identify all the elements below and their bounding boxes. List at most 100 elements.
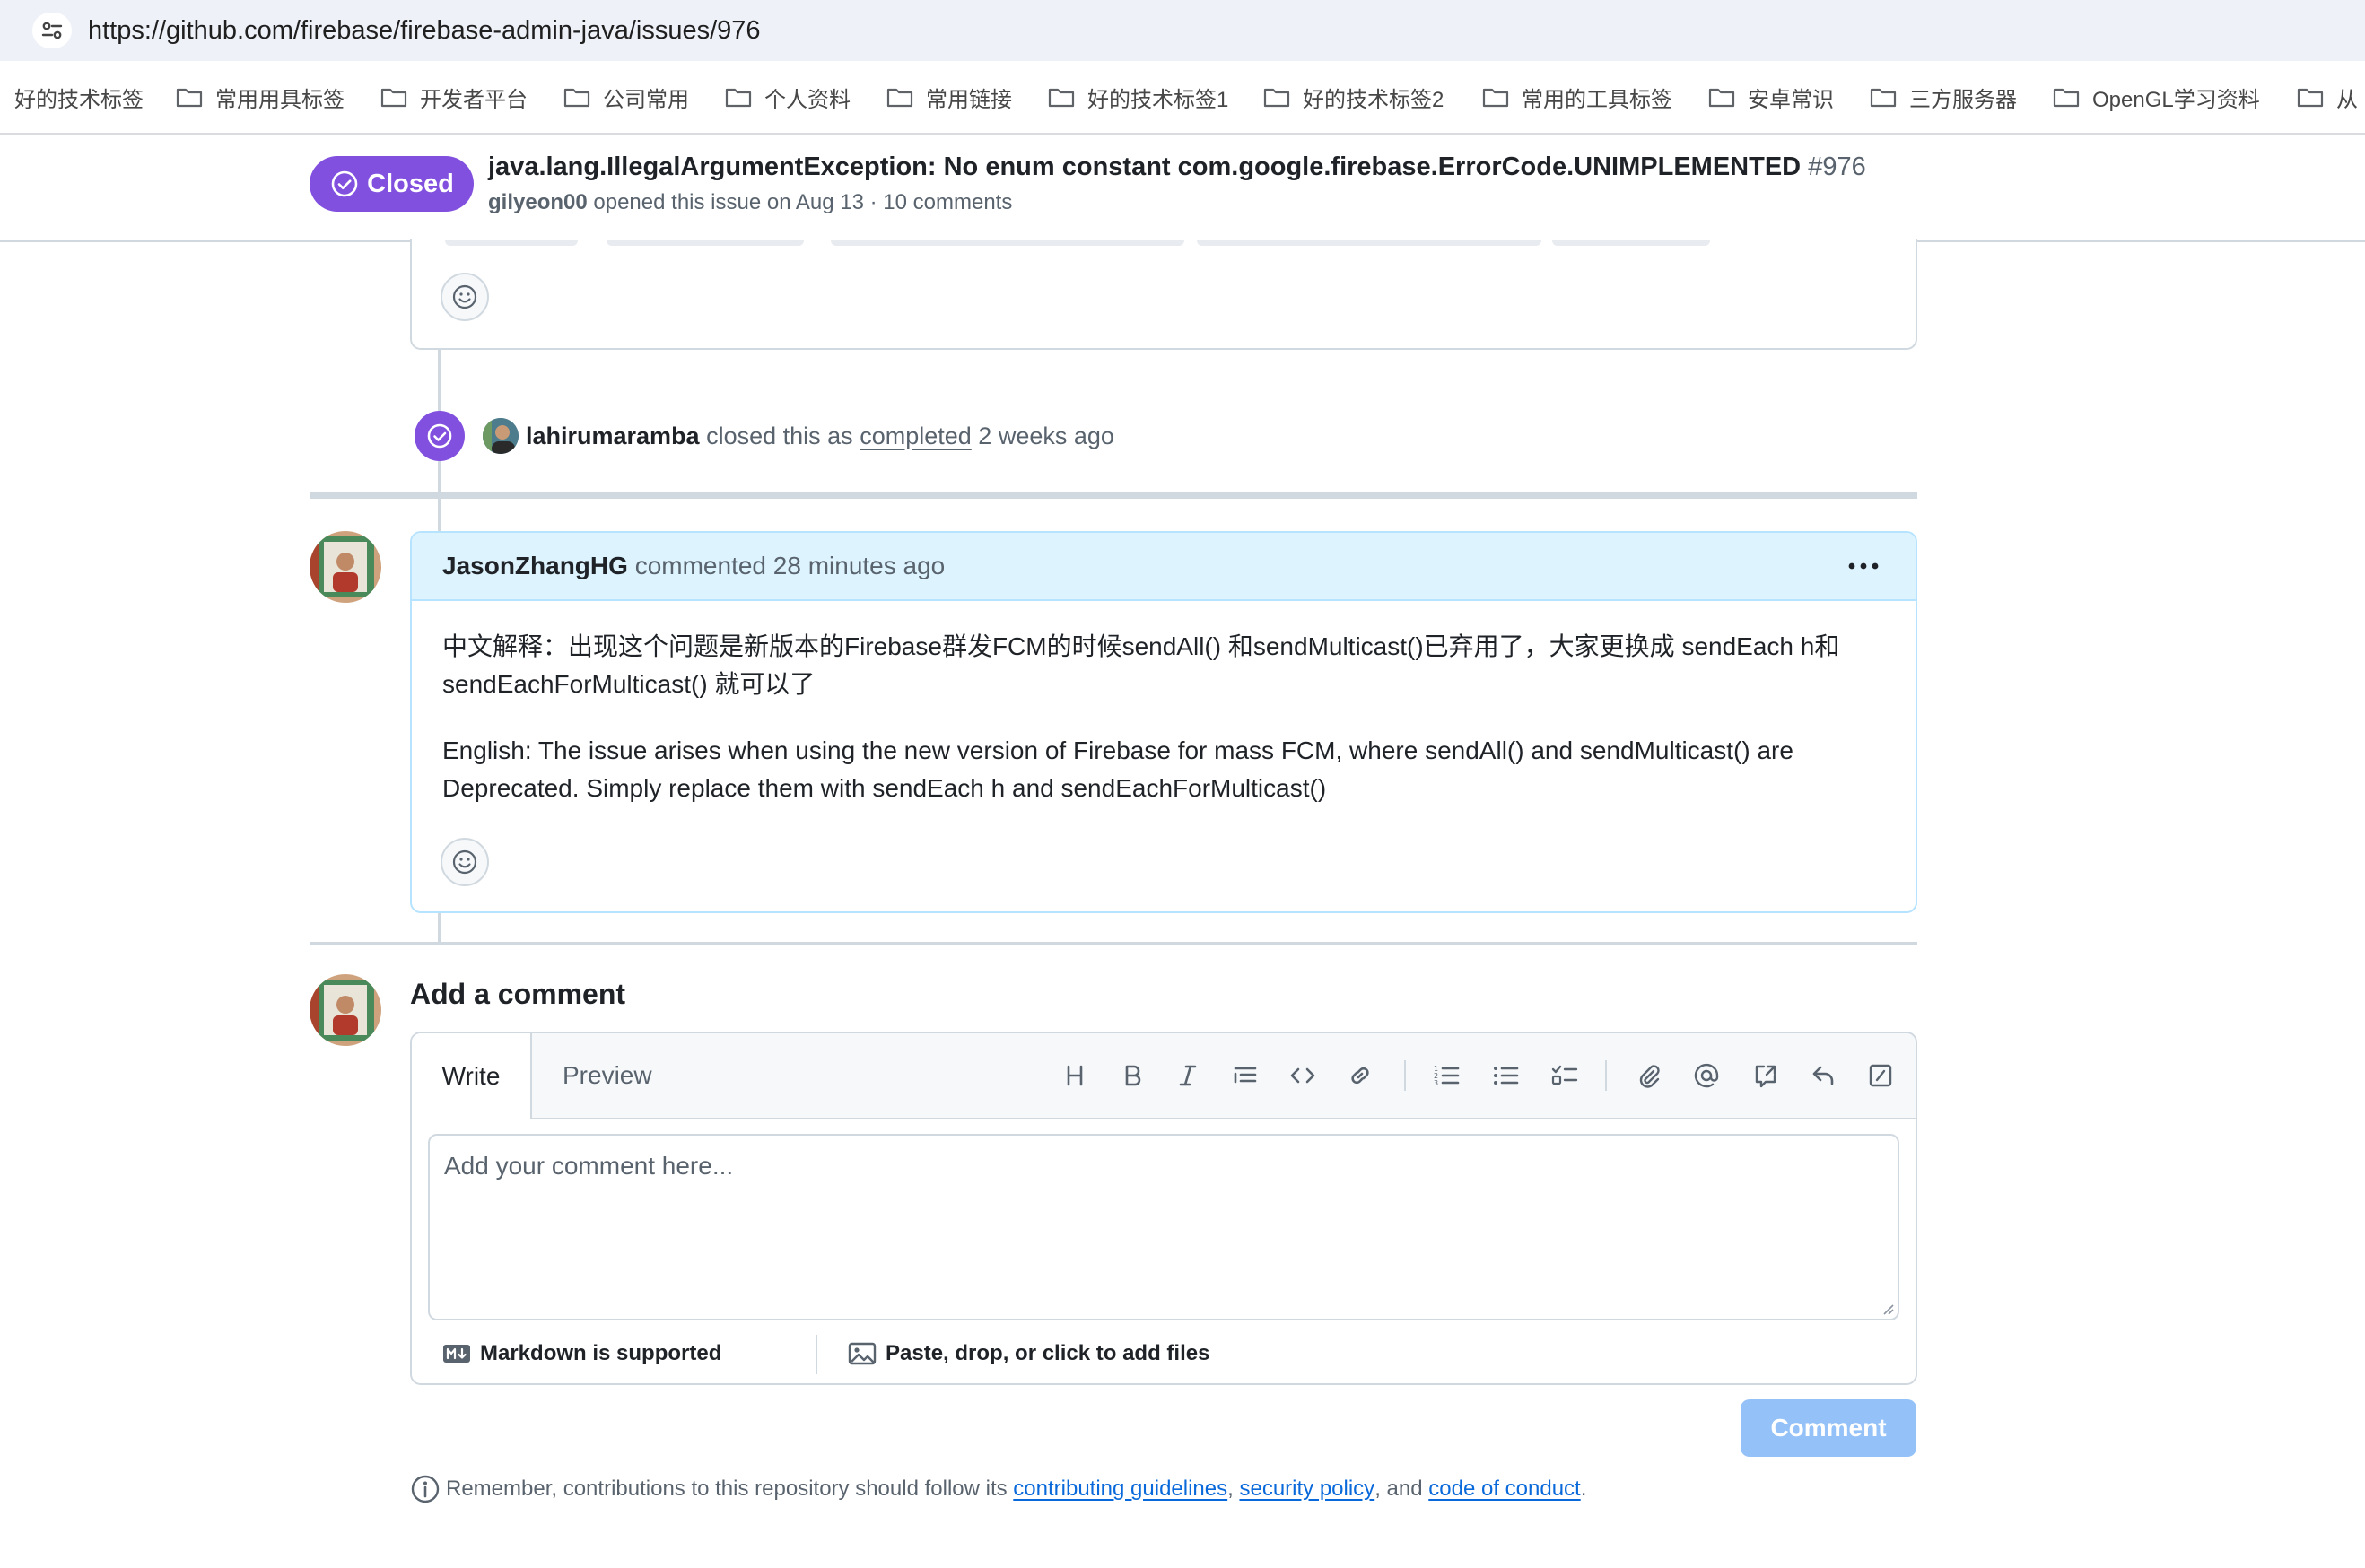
add-reaction-button[interactable] xyxy=(441,838,489,886)
code-button[interactable] xyxy=(1282,1055,1323,1096)
sticky-issue-header: Closed java.lang.IllegalArgumentExceptio… xyxy=(0,135,2365,242)
ordered-list-button[interactable]: 123 xyxy=(1426,1055,1467,1096)
comment-paragraph: English: The issue arises when using the… xyxy=(442,736,1793,802)
markdown-support-link[interactable]: Markdown is supported xyxy=(442,1327,721,1381)
folder-icon xyxy=(2053,88,2080,108)
heading-icon xyxy=(1067,1065,1083,1086)
saved-reply-button[interactable] xyxy=(1802,1055,1844,1096)
reaction-chip xyxy=(1197,240,1541,246)
comment-author[interactable]: JasonZhangHG xyxy=(442,552,628,579)
reaction-chip xyxy=(1121,240,1184,246)
event-time[interactable]: 2 weeks ago xyxy=(978,422,1114,449)
mention-button[interactable] xyxy=(1686,1055,1727,1096)
bookmark-item[interactable]: 好的技术标签 xyxy=(14,61,144,133)
reference-button[interactable] xyxy=(1745,1055,1786,1096)
contribution-reminder: Remember, contributions to this reposito… xyxy=(410,1471,1586,1507)
comment-editor: Write Preview 123 Add your comment here.… xyxy=(410,1032,1917,1385)
comment-options-button[interactable] xyxy=(1844,551,1883,581)
link-button[interactable] xyxy=(1340,1055,1381,1096)
resize-handle-icon[interactable] xyxy=(1881,1302,1894,1315)
comment-submit-button[interactable]: Comment xyxy=(1741,1399,1916,1457)
bookmark-folder[interactable]: 个人资料 xyxy=(725,61,851,133)
reminder-text: Remember, contributions to this reposito… xyxy=(446,1477,1008,1501)
bookmark-folder[interactable]: 常用链接 xyxy=(886,61,1012,133)
bookmark-label: 安卓常识 xyxy=(1748,87,1834,112)
saved-reply-icon xyxy=(1812,1066,1834,1085)
bookmark-label: 从 xyxy=(2336,87,2358,112)
comment-meta[interactable]: commented 28 minutes ago xyxy=(635,552,946,579)
bookmark-folder[interactable]: 常用用具标签 xyxy=(176,61,345,133)
issue-title-text: java.lang.IllegalArgumentException: No e… xyxy=(488,152,1802,181)
bookmark-folder[interactable]: 好的技术标签1 xyxy=(1048,61,1228,133)
image-icon xyxy=(848,1342,877,1365)
bookmark-label: 常用的工具标签 xyxy=(1522,87,1672,112)
textarea-placeholder: Add your comment here... xyxy=(444,1152,734,1180)
markdown-icon xyxy=(443,1345,470,1363)
security-policy-link[interactable]: security policy xyxy=(1239,1477,1374,1502)
bookmark-label: 好的技术标签 xyxy=(14,87,144,112)
bookmark-label: OpenGL学习资料 xyxy=(2092,87,2260,112)
timeline-divider xyxy=(310,942,1917,945)
heading-button[interactable] xyxy=(1054,1055,1095,1096)
quote-button[interactable] xyxy=(1225,1055,1266,1096)
bookmark-folder[interactable]: 好的技术标签2 xyxy=(1263,61,1444,133)
link-icon xyxy=(1351,1067,1369,1085)
task-list-button[interactable] xyxy=(1544,1055,1585,1096)
avatar[interactable] xyxy=(310,531,381,603)
bookmark-folder[interactable]: OpenGL学习资料 xyxy=(2053,61,2260,133)
issue-number: #976 xyxy=(1808,152,1866,181)
bold-icon xyxy=(1125,1065,1141,1086)
bookmark-folder[interactable]: 安卓常识 xyxy=(1708,61,1834,133)
smiley-icon xyxy=(452,284,477,309)
markdown-note: Markdown is supported xyxy=(480,1341,722,1365)
unordered-list-button[interactable] xyxy=(1485,1055,1526,1096)
reaction-chip xyxy=(1552,240,1710,246)
bookmark-label: 开发者平台 xyxy=(420,87,528,112)
timeline-line xyxy=(438,499,441,531)
bookmark-folder[interactable]: 常用的工具标签 xyxy=(1482,61,1672,133)
folder-icon xyxy=(2297,88,2324,108)
event-action: closed this as xyxy=(706,422,853,449)
bookmark-folder[interactable]: 公司常用 xyxy=(563,61,689,133)
folder-icon xyxy=(1048,88,1075,108)
bookmark-label: 好的技术标签2 xyxy=(1303,87,1444,112)
url-text[interactable]: https://github.com/firebase/firebase-adm… xyxy=(88,13,761,48)
slash-command-icon xyxy=(1869,1064,1892,1087)
bookmark-label: 常用链接 xyxy=(926,87,1012,112)
folder-icon xyxy=(380,88,407,108)
completed-link[interactable]: completed xyxy=(860,422,972,449)
bookmark-folder[interactable]: 从 xyxy=(2297,61,2358,133)
avatar[interactable] xyxy=(483,418,519,454)
event-actor[interactable]: lahirumaramba xyxy=(526,422,700,449)
comment-paragraph: 中文解释：出现这个问题是新版本的Firebase群发FCM的时候sendAll(… xyxy=(442,632,1840,698)
italic-button[interactable] xyxy=(1167,1055,1209,1096)
code-of-conduct-link[interactable]: code of conduct xyxy=(1428,1477,1580,1502)
contributing-guidelines-link[interactable]: contributing guidelines xyxy=(1013,1477,1227,1502)
toolbar-divider xyxy=(1605,1060,1607,1091)
site-settings-icon[interactable] xyxy=(32,13,72,48)
reminder-separator: , and xyxy=(1374,1477,1423,1501)
bookmark-folder[interactable]: 三方服务器 xyxy=(1870,61,2017,133)
closed-event-text: lahirumaramba closed this as completed 2… xyxy=(526,418,1114,454)
bookmark-folder[interactable]: 开发者平台 xyxy=(380,61,528,133)
tab-write[interactable]: Write xyxy=(412,1033,532,1119)
comment-textarea[interactable]: Add your comment here... xyxy=(428,1134,1899,1320)
issue-subtitle: gilyeon00 opened this issue on Aug 13 · … xyxy=(488,190,1012,215)
italic-icon xyxy=(1179,1065,1197,1086)
slash-command-button[interactable] xyxy=(1860,1055,1901,1096)
folder-icon xyxy=(563,88,590,108)
avatar[interactable] xyxy=(310,974,381,1046)
mention-icon xyxy=(1694,1063,1719,1088)
attach-button[interactable] xyxy=(1628,1055,1670,1096)
address-bar: https://github.com/firebase/firebase-adm… xyxy=(0,0,2365,61)
add-reaction-button[interactable] xyxy=(441,273,489,321)
folder-icon xyxy=(1263,88,1290,108)
issue-title[interactable]: java.lang.IllegalArgumentException: No e… xyxy=(488,152,1866,182)
bold-button[interactable] xyxy=(1112,1055,1153,1096)
reaction-chip xyxy=(607,240,804,246)
tab-preview[interactable]: Preview xyxy=(563,1033,652,1118)
issue-author[interactable]: gilyeon00 xyxy=(488,190,588,214)
attach-files-button[interactable]: Paste, drop, or click to add files xyxy=(848,1327,1209,1381)
info-icon xyxy=(411,1475,440,1503)
ordered-list-icon: 123 xyxy=(1434,1065,1460,1087)
